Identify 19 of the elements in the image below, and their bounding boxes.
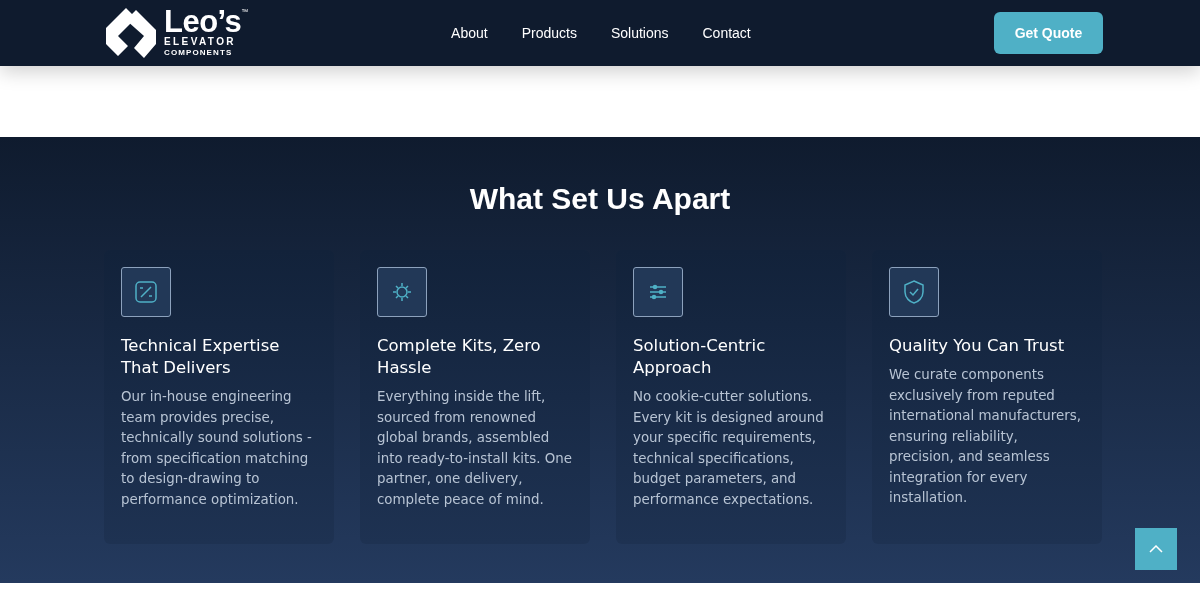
card-text: Our in-house engineering team provides precise, technically sound solutions - from specification matching to design-drawing to performance optimization. xyxy=(121,388,313,509)
logo-subtitle: COMPONENTS xyxy=(164,48,234,58)
card-title: Complete Kits, Zero Hassle xyxy=(377,335,542,379)
logo-name: Leo’s xyxy=(164,8,242,36)
scroll-top-button[interactable] xyxy=(1135,528,1177,570)
nav-link[interactable]: Products xyxy=(521,25,577,41)
nav-link[interactable]: Solutions xyxy=(610,25,669,41)
card-title: Quality You Can Trust xyxy=(889,335,1066,357)
section-title: What Set Us Apart xyxy=(468,181,732,217)
nav-link[interactable]: Contact xyxy=(702,25,751,41)
logo-icon xyxy=(104,6,158,60)
card-text: We curate components exclusively from reputed international manufacturers, ensuring reliability, precision, and seamless integration for every installation. xyxy=(889,366,1082,507)
chevron-up-icon xyxy=(1149,545,1163,553)
card-title: Solution-Centric Approach xyxy=(633,335,767,379)
nav-link[interactable]: About xyxy=(451,25,488,41)
card-text: No cookie-cutter solutions. Every kit is designed around your specific requirements, technical specifications, budget parameters, and performance expectations. xyxy=(633,388,825,509)
card-title: Technical Expertise That Delivers xyxy=(121,335,281,379)
card-text: Everything inside the lift, sourced from renowned global brands, assembled into ready-to-install kits. One partner, one delivery, complete peace of mind. xyxy=(377,388,573,509)
logo-subtitle: ELEVATOR xyxy=(164,36,237,48)
